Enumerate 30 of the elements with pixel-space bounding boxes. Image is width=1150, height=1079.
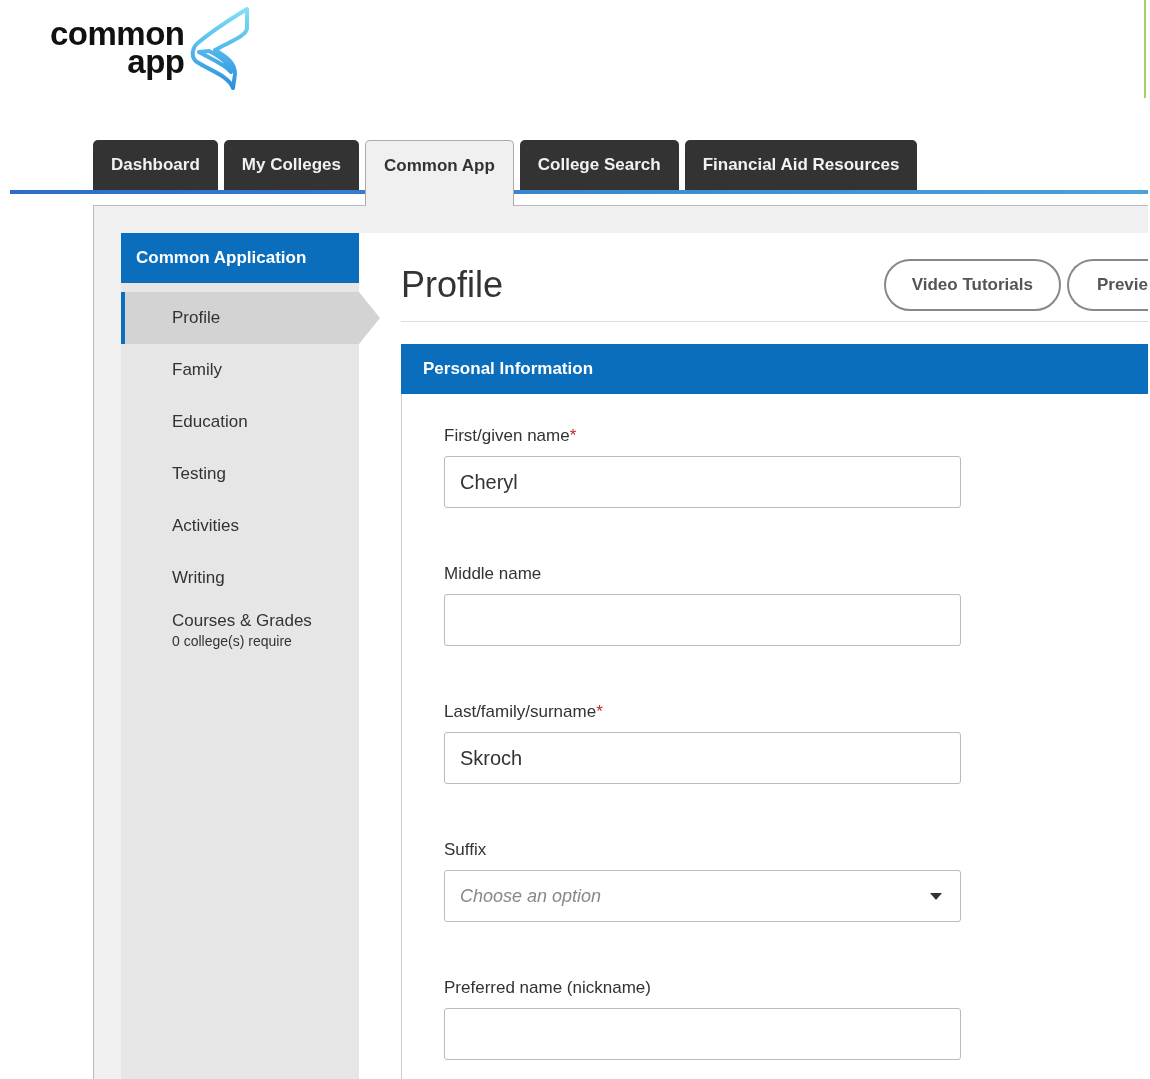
nav-tab[interactable]: Financial Aid Resources xyxy=(684,140,918,190)
page-title: Profile xyxy=(401,264,504,306)
header-button[interactable]: Previe xyxy=(1066,259,1148,311)
sidebar-item[interactable]: Profile xyxy=(121,292,380,344)
input-field[interactable]: Skroch xyxy=(444,732,961,784)
nav-tab[interactable]: Dashboard xyxy=(93,140,218,190)
input-field[interactable]: Cheryl xyxy=(444,456,961,508)
sidebar-item[interactable]: Testing xyxy=(121,448,359,500)
header-button[interactable]: Video Tutorials xyxy=(883,259,1061,311)
nav-tab[interactable]: Common App xyxy=(365,140,514,206)
nav-tab[interactable]: College Search xyxy=(519,140,679,190)
input-field[interactable] xyxy=(444,1008,961,1060)
field-label: Suffix xyxy=(444,840,488,860)
section-header: Personal Information xyxy=(401,344,1148,394)
sidebar-item[interactable]: Writing xyxy=(121,552,359,604)
sidebar-title: Common Application xyxy=(121,233,359,283)
sidebar-item[interactable]: Education xyxy=(121,396,359,448)
logo-text: common xyxy=(50,20,185,48)
input-field[interactable] xyxy=(444,594,961,646)
sidebar-item[interactable]: Family xyxy=(121,344,359,396)
field-label: Preferred name (nickname) xyxy=(444,978,652,998)
logo-icon xyxy=(188,6,251,90)
field-label: Last/family/surname* xyxy=(444,702,604,722)
field-label: First/given name* xyxy=(444,426,578,446)
sidebar-item[interactable]: Activities xyxy=(121,500,359,552)
sidebar-item[interactable]: Courses & Grades 0 college(s) require xyxy=(121,604,359,656)
caret-icon xyxy=(930,892,942,900)
dropdown-field[interactable]: Choose an option xyxy=(444,870,961,922)
field-label: Middle name xyxy=(444,564,543,584)
nav-tab[interactable]: My Colleges xyxy=(223,140,359,190)
